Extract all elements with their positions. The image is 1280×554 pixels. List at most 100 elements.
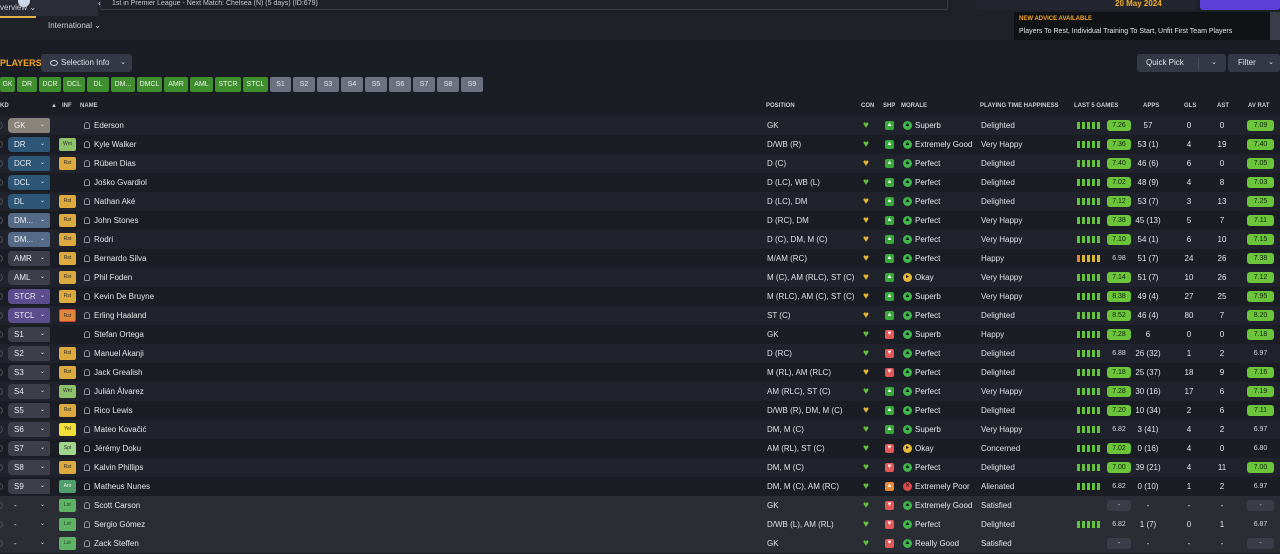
position-slot-dropdown[interactable]: AML ⌄	[8, 270, 50, 285]
table-row[interactable]: DM... ⌄ Rst John Stones D (RC), DM ♥ ▲ ▲ Perfect…	[0, 211, 1280, 230]
row-select-radio[interactable]	[0, 312, 3, 319]
col-morale[interactable]: MORALE	[901, 103, 927, 110]
player-name[interactable]: Bernardo Silva	[94, 249, 146, 268]
info-badge[interactable]: Spt	[59, 442, 76, 455]
position-slot-dropdown[interactable]: DCR ⌄	[8, 156, 50, 171]
col-gls[interactable]: GLS	[1184, 103, 1196, 110]
position-chip[interactable]: S7	[413, 77, 435, 92]
row-select-radio[interactable]	[0, 540, 3, 547]
selection-info-button[interactable]: Selection Info ⌄	[41, 54, 132, 72]
table-row[interactable]: STCL ⌄ Rst Erling Haaland ST (C) ♥ ▲ ▲ Perfect De…	[0, 306, 1280, 325]
player-name[interactable]: Kevin De Bruyne	[94, 287, 154, 306]
table-row[interactable]: - ⌄ Lst Scott Carson GK ♥ ▼ ▲ Extremely Good Sati…	[0, 496, 1280, 515]
row-select-radio[interactable]	[0, 388, 3, 395]
row-select-radio[interactable]	[0, 426, 3, 433]
player-name[interactable]: Joško Gvardiol	[94, 173, 147, 192]
row-select-radio[interactable]	[0, 160, 3, 167]
position-chip[interactable]: DCL	[63, 77, 85, 92]
position-slot-dropdown[interactable]: S4 ⌄	[8, 384, 50, 399]
table-row[interactable]: S2 ⌄ Rst Manuel Akanji D (RC) ♥ ▼ ▲ Perfect Delig…	[0, 344, 1280, 363]
row-select-radio[interactable]	[0, 445, 3, 452]
position-slot-dropdown[interactable]: STCL ⌄	[8, 308, 50, 323]
table-row[interactable]: - ⌄ Lst Zack Steffen GK ♥ ▼ ▲ Really Good Satisfi…	[0, 534, 1280, 553]
player-name[interactable]: Sergio Gómez	[94, 515, 145, 534]
position-chip[interactable]: STCR	[215, 77, 241, 92]
table-row[interactable]: S5 ⌄ Rst Rico Lewis D/WB (R), DM, M (C) ♥ ▲ ▲ Pe…	[0, 401, 1280, 420]
player-name[interactable]: Jack Grealish	[94, 363, 142, 382]
info-badge[interactable]: Rst	[59, 404, 76, 417]
info-badge[interactable]: Lst	[59, 499, 76, 512]
position-slot-dropdown[interactable]: S9 ⌄	[8, 479, 50, 494]
row-select-radio[interactable]	[0, 407, 3, 414]
row-select-radio[interactable]	[0, 483, 3, 490]
table-row[interactable]: S1 ⌄ Stefan Ortega GK ♥ ▼ ▲ Superb Happy 7.28 6 0 0 7…	[0, 325, 1280, 344]
table-row[interactable]: DCR ⌄ Rst Rúben Dias D (C) ♥ ▲ ▲ Perfect Delighte…	[0, 154, 1280, 173]
row-select-radio[interactable]	[0, 179, 3, 186]
info-badge[interactable]: Rst	[59, 233, 76, 246]
row-select-radio[interactable]	[0, 293, 3, 300]
info-badge[interactable]: Rst	[59, 309, 76, 322]
position-slot-dropdown[interactable]: - ⌄	[8, 517, 50, 532]
tab-overview[interactable]: verview ⌄	[0, 0, 36, 18]
advice-side-tab[interactable]	[1270, 12, 1280, 40]
position-chip[interactable]: S8	[437, 77, 459, 92]
player-name[interactable]: Julián Álvarez	[94, 382, 144, 401]
position-slot-dropdown[interactable]: - ⌄	[8, 498, 50, 513]
position-slot-dropdown[interactable]: AMR ⌄	[8, 251, 50, 266]
table-row[interactable]: S7 ⌄ Spt Jérémy Doku AM (RL), ST (C) ♥ ▼ ▸ Okay C…	[0, 439, 1280, 458]
position-slot-dropdown[interactable]: DM... ⌄	[8, 232, 50, 247]
player-name[interactable]: Rodri	[94, 230, 113, 249]
info-badge[interactable]: Rst	[59, 195, 76, 208]
info-badge[interactable]: Anr	[59, 480, 76, 493]
table-row[interactable]: S4 ⌄ Wnt Julián Álvarez AM (RLC), ST (C) ♥ ▲ ▲ P…	[0, 382, 1280, 401]
info-badge[interactable]: Lst	[59, 537, 76, 550]
filter-button[interactable]: Filter ⌄	[1228, 54, 1280, 72]
position-chip[interactable]: DR	[17, 77, 37, 92]
position-slot-dropdown[interactable]: DM... ⌄	[8, 213, 50, 228]
row-select-radio[interactable]	[0, 217, 3, 224]
position-chip[interactable]: AML	[190, 77, 213, 92]
table-row[interactable]: S9 ⌄ Anr Matheus Nunes DM, M (C), AM (RC) ♥ ▲ ✕…	[0, 477, 1280, 496]
position-chip[interactable]: DMCL	[137, 77, 162, 92]
position-chip[interactable]: AMR	[164, 77, 188, 92]
table-row[interactable]: DR ⌄ Wnt Kyle Walker D/WB (R) ♥ ▲ ▲ Extremely Go…	[0, 135, 1280, 154]
player-name[interactable]: Jérémy Doku	[94, 439, 141, 458]
player-name[interactable]: Stefan Ortega	[94, 325, 144, 344]
row-select-radio[interactable]	[0, 350, 3, 357]
info-badge[interactable]: Wnt	[59, 138, 76, 151]
position-chip[interactable]: S4	[341, 77, 363, 92]
row-select-radio[interactable]	[0, 464, 3, 471]
table-row[interactable]: DCL ⌄ Joško Gvardiol D (LC), WB (L) ♥ ▲ ▲ Perfe…	[0, 173, 1280, 192]
info-badge[interactable]: Rst	[59, 252, 76, 265]
position-chip[interactable]: S1	[270, 77, 291, 92]
col-name[interactable]: NAME	[80, 103, 98, 110]
position-chip[interactable]: S9	[461, 77, 483, 92]
col-avrat[interactable]: AV RAT	[1248, 103, 1269, 110]
table-row[interactable]: - ⌄ Lst Sergio Gómez D/WB (L), AM (RL) ♥ ▼ ▲ Per…	[0, 515, 1280, 534]
col-shp[interactable]: SHP	[883, 103, 895, 110]
col-inf[interactable]: INF	[62, 103, 72, 110]
position-chip[interactable]: DM...	[111, 77, 135, 92]
table-row[interactable]: AML ⌄ Rst Phil Foden M (C), AM (RLC), ST (C)…	[0, 268, 1280, 287]
col-con[interactable]: CON	[861, 103, 874, 110]
row-select-radio[interactable]	[0, 369, 3, 376]
table-row[interactable]: DM... ⌄ Rst Rodri D (C), DM, M (C) ♥ ▲ ▲ Perfect…	[0, 230, 1280, 249]
table-row[interactable]: AMR ⌄ Rst Bernardo Silva M/AM (RC) ♥ ▲ ▲ Perfect…	[0, 249, 1280, 268]
position-chip[interactable]: DCR	[39, 77, 61, 92]
player-name[interactable]: Nathan Aké	[94, 192, 135, 211]
position-chip[interactable]: S3	[317, 77, 339, 92]
row-select-radio[interactable]	[0, 255, 3, 262]
player-name[interactable]: Phil Foden	[94, 268, 132, 287]
player-name[interactable]: Manuel Akanji	[94, 344, 144, 363]
col-ast[interactable]: AST	[1217, 103, 1229, 110]
col-position[interactable]: POSITION	[766, 103, 795, 110]
position-chip[interactable]: S5	[365, 77, 387, 92]
info-badge[interactable]: Rst	[59, 290, 76, 303]
position-slot-dropdown[interactable]: - ⌄	[8, 536, 50, 551]
player-name[interactable]: Ederson	[94, 116, 124, 135]
info-badge[interactable]: Rst	[59, 271, 76, 284]
position-slot-dropdown[interactable]: S6 ⌄	[8, 422, 50, 437]
position-slot-dropdown[interactable]: GK ⌄	[8, 118, 50, 133]
row-select-radio[interactable]	[0, 141, 3, 148]
position-slot-dropdown[interactable]: DR ⌄	[8, 137, 50, 152]
